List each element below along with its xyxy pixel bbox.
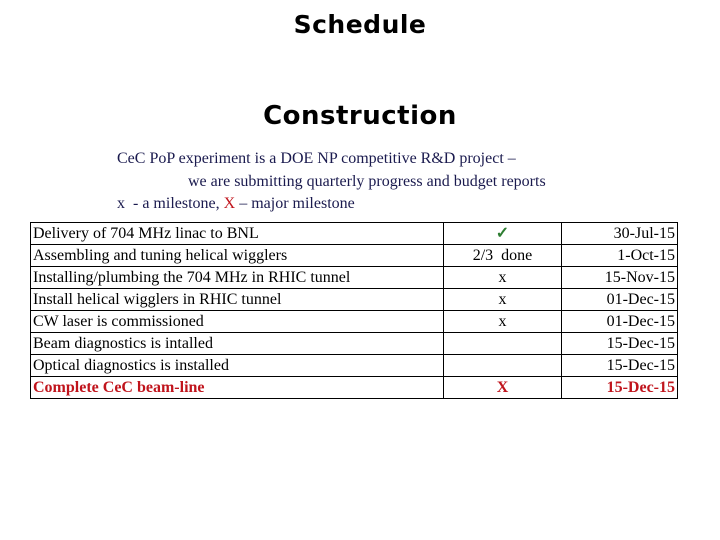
legend-major-symbol: X	[223, 195, 236, 212]
page-title: Schedule	[293, 10, 427, 39]
task-cell: Delivery of 704 MHz linac to BNL	[30, 222, 444, 245]
task-cell: Optical diagnostics is installed	[30, 354, 444, 377]
status-cell: x	[443, 266, 562, 289]
date-cell: 01-Dec-15	[561, 310, 678, 333]
date-cell: 15-Dec-15	[561, 376, 678, 399]
table-row: CW laser is commissioned x 01-Dec-15	[30, 310, 678, 333]
date-cell: 01-Dec-15	[561, 288, 678, 311]
task-cell: Beam diagnostics is intalled	[30, 332, 444, 355]
date-cell: 15-Nov-15	[561, 266, 678, 289]
status-cell	[443, 354, 562, 377]
table-row: Install helical wigglers in RHIC tunnel …	[30, 288, 678, 311]
status-cell	[443, 332, 562, 355]
status-cell: 2/3 done	[443, 244, 562, 267]
status-cell: ✓	[443, 222, 562, 245]
date-cell: 15-Dec-15	[561, 354, 678, 377]
status-cell: x	[443, 288, 562, 311]
milestone-legend: x - a milestone, X – major milestone	[117, 195, 355, 213]
table-row: Delivery of 704 MHz linac to BNL ✓ 30-Ju…	[30, 222, 678, 245]
status-cell: x	[443, 310, 562, 333]
task-cell: Installing/plumbing the 704 MHz in RHIC …	[30, 266, 444, 289]
section-title: Construction	[263, 101, 457, 131]
intro-line-2: we are submitting quarterly progress and…	[188, 173, 546, 190]
legend-major-text: – major milestone	[235, 195, 355, 212]
task-cell: Complete CeC beam-line	[30, 376, 444, 399]
table-row: Optical diagnostics is installed 15-Dec-…	[30, 354, 678, 377]
legend-minor-text: x - a milestone,	[117, 195, 224, 212]
table-row: Assembling and tuning helical wigglers 2…	[30, 244, 678, 267]
status-cell: X	[443, 376, 562, 399]
table-row-major-milestone: Complete CeC beam-line X 15-Dec-15	[30, 376, 678, 399]
table-row: Installing/plumbing the 704 MHz in RHIC …	[30, 266, 678, 289]
date-cell: 15-Dec-15	[561, 332, 678, 355]
task-cell: Install helical wigglers in RHIC tunnel	[30, 288, 444, 311]
milestone-table: Delivery of 704 MHz linac to BNL ✓ 30-Ju…	[30, 222, 678, 399]
table-row: Beam diagnostics is intalled 15-Dec-15	[30, 332, 678, 355]
date-cell: 30-Jul-15	[561, 222, 678, 245]
intro-line-1: CeC PoP experiment is a DOE NP competiti…	[117, 150, 516, 167]
task-cell: CW laser is commissioned	[30, 310, 444, 333]
task-cell: Assembling and tuning helical wigglers	[30, 244, 444, 267]
checkmark-icon: ✓	[495, 224, 510, 242]
date-cell: 1-Oct-15	[561, 244, 678, 267]
